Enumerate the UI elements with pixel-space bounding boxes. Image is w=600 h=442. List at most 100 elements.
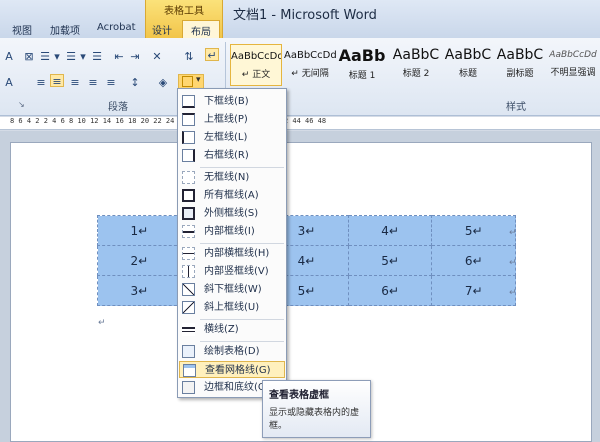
style-name: ↵ 正文 [241,70,271,80]
multilevel-list-icon[interactable]: ☰ [90,50,104,63]
row-end-mark: ↵ [509,258,517,268]
style-name: 标题 [458,69,477,79]
style-subtitle[interactable]: AaBbC 副标题 [494,44,546,86]
table-cell[interactable]: 7↵ [431,275,516,306]
inside-borders-icon [182,225,195,238]
style-normal[interactable]: AaBbCcDd ↵ 正文 [230,44,282,86]
table-cell[interactable]: 3↵ [97,275,182,306]
style-no-spacing[interactable]: AaBbCcDd ↵ 无间隔 [284,44,336,86]
menu-item-label: 横线(Z) [204,324,239,335]
menu-item-draw-table[interactable]: 绘制表格(D) [179,343,285,360]
decrease-indent-icon[interactable]: ⇤ [112,50,126,63]
style-title[interactable]: AaBbC 标题 [442,44,494,86]
borders-button[interactable]: ▾ [178,74,204,89]
tooltip-title: 查看表格虚框 [269,390,329,401]
table-row: 3↵ 5↵ 6↵ 7↵ [97,275,516,306]
menu-separator [200,319,284,320]
table-cell[interactable]: 6↵ [347,275,433,306]
align-center-icon[interactable]: ≡ [50,74,64,88]
sort-icon[interactable]: ⇅ [182,50,196,63]
menu-item-right-border[interactable]: 右框线(R) [179,147,285,164]
justify-icon[interactable]: ≡ [86,76,100,89]
text-highlight-icon[interactable]: A [2,76,16,89]
word-table[interactable]: 1↵ 3↵ 4↵ 5↵ 2↵ 4↵ 5↵ 6↵ 3↵ 5↵ 6↵ 7↵ [97,215,516,306]
menu-item-all-borders[interactable]: 所有框线(A) [179,187,285,204]
shading-icon[interactable]: ◈ [156,76,170,89]
horizontal-ruler[interactable]: 8 6 4 2 2 4 6 8 10 12 14 16 18 20 22 24 … [0,117,600,130]
menu-item-no-border[interactable]: 无框线(N) [179,169,285,186]
row-end-mark: ↵ [509,228,517,238]
menu-item-view-gridlines[interactable]: 查看网格线(G) [179,361,285,378]
borders-dropdown-menu: 下框线(B) 上框线(P) 左框线(L) 右框线(R) 无框线(N) 所有框线(… [177,88,287,398]
menu-item-diagonal-up[interactable]: 斜上框线(U) [179,299,285,316]
menu-item-label: 下框线(B) [204,96,249,107]
align-right-icon[interactable]: ≡ [68,76,82,89]
paragraph-mark: ↵ [98,318,106,328]
left-border-icon [182,131,195,144]
menu-item-bottom-border[interactable]: 下框线(B) [179,93,285,110]
menu-item-left-border[interactable]: 左框线(L) [179,129,285,146]
tooltip: 查看表格虚框 显示或隐藏表格内的虚框。 [262,380,371,438]
table-cell[interactable]: 6↵ [431,245,516,276]
context-group-label: 表格工具 [164,6,204,17]
menu-item-label: 斜下框线(W) [204,284,262,295]
distributed-icon[interactable]: ≡ [104,76,118,89]
bullets-dropdown-icon[interactable]: ▾ [50,50,64,63]
ruler-scale: 8 6 4 2 2 4 6 8 10 12 14 16 18 20 22 24 … [10,117,327,125]
bottom-border-icon [182,95,195,108]
show-hide-marks-icon[interactable]: ↵ [205,48,219,62]
tab-design[interactable]: 设计 [152,22,172,37]
view-gridlines-icon [183,364,196,377]
menu-item-inside-vertical[interactable]: 内部竖框线(V) [179,263,285,280]
menu-item-horizontal-line[interactable]: 横线(Z) [179,321,285,338]
table-cell[interactable]: 1↵ [97,215,182,246]
menu-item-top-border[interactable]: 上框线(P) [179,111,285,128]
tab-acrobat[interactable]: Acrobat [97,22,136,33]
style-name: 标题 2 [402,69,430,79]
style-sample: AaBbCcDd [284,50,336,61]
char-border-icon[interactable]: ⊠ [22,50,36,63]
style-sample: AaBbC [392,47,440,63]
outside-borders-icon [182,207,195,220]
menu-item-label: 上框线(P) [204,114,248,125]
increase-indent-icon[interactable]: ⇥ [128,50,142,63]
menu-item-label: 内部框线(I) [204,226,255,237]
tab-view[interactable]: 视图 [12,22,32,37]
style-name: ↵ 无间隔 [291,69,329,79]
menu-item-inside-borders[interactable]: 内部框线(I) [179,223,285,240]
style-heading-2[interactable]: AaBbC 标题 2 [390,44,442,86]
chinese-layout-icon[interactable]: ✕ [150,50,164,63]
table-cell[interactable]: 5↵ [347,245,433,276]
dialog-launcher-icon[interactable]: ↘ [18,100,25,109]
numbering-dropdown-icon[interactable]: ▾ [76,50,90,63]
tab-addins[interactable]: 加载项 [50,22,80,37]
table-cell[interactable]: 2↵ [97,245,182,276]
diagonal-down-icon [182,283,195,296]
style-sample: AaBbC [444,47,492,63]
menu-item-label: 绘制表格(D) [204,346,260,357]
right-border-icon [182,149,195,162]
style-name: 不明显强调 [550,68,596,78]
style-subtle-emphasis[interactable]: AaBbCcDd 不明显强调 [546,44,600,86]
border-grid-icon [182,76,193,87]
table-cell[interactable]: 5↵ [431,215,516,246]
menu-item-outside-borders[interactable]: 外侧框线(S) [179,205,285,222]
menu-item-label: 内部竖框线(V) [204,266,269,277]
style-sample: AaBb [338,46,386,65]
menu-item-label: 右框线(R) [204,150,249,161]
align-left-icon[interactable]: ≡ [34,76,48,89]
style-heading-1[interactable]: AaBb 标题 1 [336,44,388,86]
borders-shading-icon [182,381,195,394]
tab-layout[interactable]: 布局 [182,20,220,38]
diagonal-up-icon [182,301,195,314]
menu-item-inside-horizontal[interactable]: 内部横框线(H) [179,245,285,262]
horizontal-line-icon [182,323,195,336]
style-name: 副标题 [506,69,534,79]
line-spacing-icon[interactable]: ↕ [128,76,142,89]
window-title: 文档1 - Microsoft Word [233,8,377,23]
inside-vertical-icon [182,265,195,278]
menu-item-diagonal-down[interactable]: 斜下框线(W) [179,281,285,298]
font-effect-icon[interactable]: A [2,50,16,63]
chevron-down-icon: ▾ [196,75,201,85]
table-cell[interactable]: 4↵ [347,215,433,246]
